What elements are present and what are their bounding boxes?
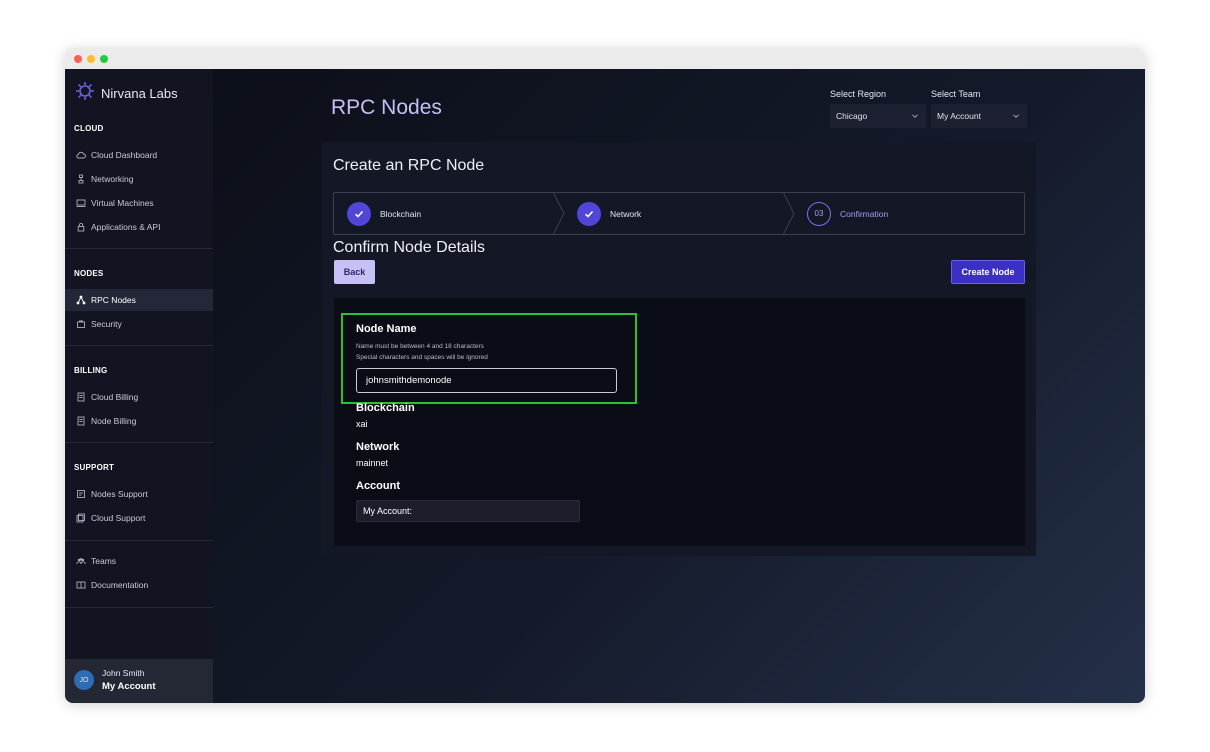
- create-node-button[interactable]: Create Node: [951, 260, 1025, 284]
- back-button[interactable]: Back: [334, 260, 375, 284]
- network-label: Network: [356, 441, 400, 453]
- team-select[interactable]: My Account: [931, 104, 1027, 128]
- sidebar-item-nodes-support[interactable]: Nodes Support: [65, 483, 213, 505]
- sidebar-item-label: RPC Nodes: [91, 295, 136, 305]
- brand-name: Nirvana Labs: [101, 85, 178, 101]
- receipt-icon: [76, 416, 86, 426]
- sidebar-item-cloud-support[interactable]: Cloud Support: [65, 507, 213, 529]
- step-confirmation[interactable]: 03 Confirmation: [807, 193, 888, 234]
- lock-icon: [76, 222, 86, 232]
- node-name-hint: Name must be between 4 and 18 characters: [356, 343, 484, 350]
- monitor-icon: [76, 198, 86, 208]
- step-number: 03: [807, 201, 831, 226]
- card-title: Create an RPC Node: [333, 157, 485, 174]
- sidebar-item-label: Networking: [91, 174, 134, 184]
- sidebar-divider: [65, 248, 213, 249]
- shield-icon: [76, 319, 86, 329]
- sidebar-divider: [65, 345, 213, 346]
- region-select-label: Select Region: [830, 89, 887, 99]
- sidebar-item-label: Applications & API: [91, 222, 161, 232]
- sidebar-divider: [65, 607, 213, 608]
- sidebar-item-label: Virtual Machines: [91, 198, 154, 208]
- step-network[interactable]: Network: [577, 193, 641, 234]
- nirvana-logo-icon: [75, 81, 95, 106]
- sidebar-divider: [65, 442, 213, 443]
- support-icon: [76, 513, 86, 523]
- check-icon: [577, 201, 601, 226]
- sidebar-item-cloud-billing[interactable]: Cloud Billing: [65, 386, 213, 408]
- node-name-hint: Special characters and spaces will be ig…: [356, 354, 488, 361]
- user-profile[interactable]: JO John Smith My Account: [65, 659, 213, 703]
- minimize-window-button[interactable]: [87, 55, 95, 63]
- sidebar-item-label: Cloud Billing: [91, 392, 139, 402]
- sidebar-item-teams[interactable]: Teams: [65, 550, 213, 572]
- create-node-card: Create an RPC Node Blockchain Network 03…: [322, 142, 1036, 556]
- sidebar: Nirvana Labs CLOUD Cloud Dashboard Netwo…: [65, 69, 213, 703]
- sidebar-item-documentation[interactable]: Documentation: [65, 574, 213, 596]
- team-select-value: My Account: [937, 111, 981, 121]
- step-separator-icon: [783, 192, 795, 235]
- region-select-value: Chicago: [836, 111, 868, 121]
- region-select[interactable]: Chicago: [830, 104, 926, 128]
- sidebar-item-label: Teams: [91, 556, 117, 566]
- section-title-billing: BILLING: [74, 366, 108, 375]
- step-label: Network: [610, 208, 642, 219]
- team-select-label: Select Team: [931, 89, 981, 99]
- blockchain-label: Blockchain: [356, 402, 415, 414]
- window-titlebar: [65, 48, 1145, 69]
- step-blockchain[interactable]: Blockchain: [347, 193, 421, 234]
- node-details-panel: Node Name Name must be between 4 and 18 …: [334, 298, 1025, 546]
- chevron-down-icon: [1012, 112, 1020, 122]
- book-icon: [76, 580, 86, 590]
- team-icon: [76, 556, 86, 566]
- step-label: Blockchain: [380, 208, 422, 219]
- maximize-window-button[interactable]: [100, 55, 108, 63]
- sidebar-item-node-billing[interactable]: Node Billing: [65, 410, 213, 432]
- section-title-nodes: NODES: [74, 269, 104, 278]
- check-icon: [347, 201, 371, 226]
- section-title-cloud: CLOUD: [74, 124, 104, 133]
- account-label: Account: [356, 480, 400, 492]
- app-window: Nirvana Labs CLOUD Cloud Dashboard Netwo…: [65, 48, 1145, 703]
- sidebar-item-label: Security: [91, 319, 122, 329]
- sidebar-item-label: Nodes Support: [91, 489, 148, 499]
- close-window-button[interactable]: [74, 55, 82, 63]
- section-heading: Confirm Node Details: [333, 239, 486, 256]
- network-value: mainnet: [356, 458, 389, 468]
- sidebar-item-applications-api[interactable]: Applications & API: [65, 216, 213, 238]
- sidebar-item-label: Node Billing: [91, 416, 137, 426]
- section-title-support: SUPPORT: [74, 463, 115, 472]
- network-icon: [76, 174, 86, 184]
- sidebar-divider: [65, 540, 213, 541]
- sidebar-item-rpc-nodes[interactable]: RPC Nodes: [65, 289, 213, 311]
- account-value: My Account:: [356, 500, 580, 522]
- user-account: My Account: [102, 681, 156, 692]
- node-name-input[interactable]: [356, 368, 617, 393]
- sidebar-item-security[interactable]: Security: [65, 313, 213, 335]
- sidebar-item-label: Cloud Support: [91, 513, 146, 523]
- page-title: RPC Nodes: [331, 96, 442, 119]
- sidebar-item-virtual-machines[interactable]: Virtual Machines: [65, 192, 213, 214]
- main-content: RPC Nodes Select Region Chicago Select T…: [213, 69, 1145, 703]
- user-name: John Smith: [102, 668, 145, 678]
- sidebar-item-label: Cloud Dashboard: [91, 150, 158, 160]
- step-separator-icon: [553, 192, 565, 235]
- nodes-icon: [76, 295, 86, 305]
- sidebar-item-networking[interactable]: Networking: [65, 168, 213, 190]
- avatar[interactable]: JO: [74, 670, 94, 690]
- receipt-icon: [76, 392, 86, 402]
- sidebar-item-cloud-dashboard[interactable]: Cloud Dashboard: [65, 144, 213, 166]
- chevron-down-icon: [911, 112, 919, 122]
- node-name-label: Node Name: [356, 323, 417, 335]
- support-icon: [76, 489, 86, 499]
- sidebar-item-label: Documentation: [91, 580, 149, 590]
- cloud-icon: [76, 150, 86, 160]
- brand-logo[interactable]: Nirvana Labs: [75, 81, 178, 106]
- step-label: Confirmation: [840, 208, 889, 219]
- blockchain-value: xai: [356, 419, 368, 429]
- wizard-stepper: Blockchain Network 03 Confirmation: [333, 192, 1025, 235]
